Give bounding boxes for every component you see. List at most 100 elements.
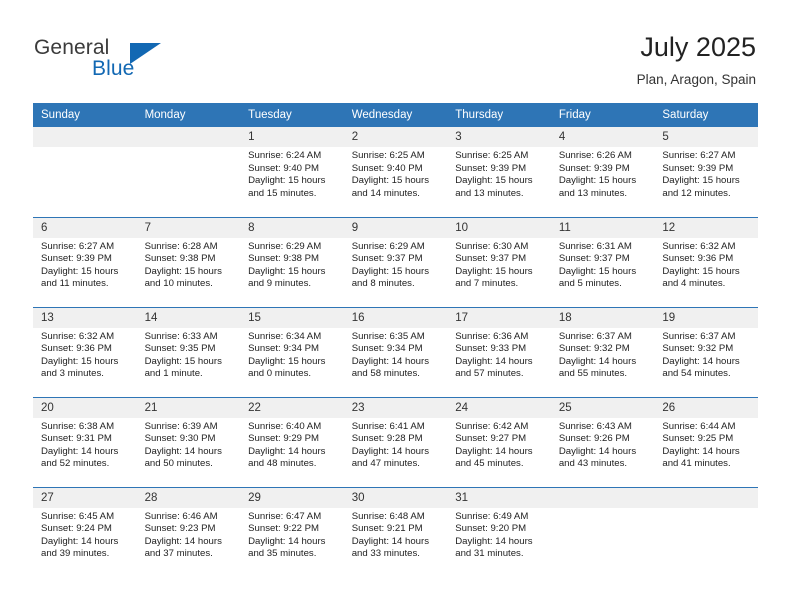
sunset-text: Sunset: 9:20 PM (455, 523, 527, 535)
sunrise-text: Sunrise: 6:31 AM (558, 240, 632, 252)
day-number (550, 487, 655, 508)
daylight-text-line2: and 5 minutes. (558, 278, 622, 290)
calendar-day-cell[interactable]: 1 Sunrise: 6:24 AM Sunset: 9:40 PM Daylight… (240, 127, 344, 217)
day-sun-info: Sunrise: 6:48 AM Sunset: 9:21 PM Daylight:… (344, 508, 448, 561)
day-number: 30 (343, 487, 448, 508)
daylight-text-line2: and 37 minutes. (144, 548, 213, 560)
calendar-empty-cell (136, 127, 241, 217)
day-sun-info: Sunrise: 6:29 AM Sunset: 9:38 PM Daylight:… (240, 238, 344, 291)
day-sun-info: Sunrise: 6:42 AM Sunset: 9:27 PM Daylight:… (447, 418, 551, 471)
calendar-day-cell[interactable]: 13 Sunrise: 6:32 AM Sunset: 9:36 PM Dayligh… (33, 306, 137, 397)
sunset-text: Sunset: 9:32 PM (558, 343, 630, 355)
day-number: 22 (240, 397, 344, 418)
daylight-text-line2: and 57 minutes. (455, 368, 524, 380)
calendar-day-cell[interactable]: 7 Sunrise: 6:28 AM Sunset: 9:38 PM Daylight… (136, 216, 241, 307)
day-number: 15 (240, 307, 344, 328)
calendar-day-cell[interactable]: 4 Sunrise: 6:26 AM Sunset: 9:39 PM Daylight… (550, 127, 655, 217)
calendar-day-cell[interactable]: 27 Sunrise: 6:45 AM Sunset: 9:24 PM Dayligh… (33, 486, 137, 577)
calendar-week-row: 20 Sunrise: 6:38 AM Sunset: 9:31 PM Dayligh… (33, 396, 758, 487)
daylight-text-line1: Daylight: 15 hours (41, 265, 119, 277)
day-number (654, 487, 758, 508)
sunrise-text: Sunrise: 6:41 AM (351, 420, 425, 432)
calendar-day-cell[interactable]: 25 Sunrise: 6:43 AM Sunset: 9:26 PM Dayligh… (550, 396, 655, 487)
calendar-day-cell[interactable]: 30 Sunrise: 6:48 AM Sunset: 9:21 PM Dayligh… (343, 486, 448, 577)
daylight-text-line1: Daylight: 15 hours (351, 265, 430, 277)
daylight-text-line1: Daylight: 14 hours (248, 535, 326, 547)
day-number: 24 (447, 397, 551, 418)
calendar-day-cell[interactable]: 21 Sunrise: 6:39 AM Sunset: 9:30 PM Dayligh… (136, 396, 241, 487)
daylight-text-line1: Daylight: 14 hours (455, 355, 533, 367)
calendar-day-cell[interactable]: 28 Sunrise: 6:46 AM Sunset: 9:23 PM Dayligh… (136, 486, 241, 577)
sunset-text: Sunset: 9:33 PM (455, 343, 527, 355)
day-sun-info: Sunrise: 6:44 AM Sunset: 9:25 PM Daylight:… (654, 418, 758, 471)
daylight-text-line2: and 4 minutes. (662, 278, 726, 290)
daylight-text-line1: Daylight: 15 hours (662, 175, 740, 187)
sunset-text: Sunset: 9:39 PM (455, 162, 527, 174)
general-blue-logo[interactable]: General Blue (34, 36, 194, 90)
daylight-text-line2: and 31 minutes. (455, 548, 524, 560)
sunset-text: Sunset: 9:37 PM (455, 253, 527, 265)
calendar-week-row: 13 Sunrise: 6:32 AM Sunset: 9:36 PM Dayligh… (33, 306, 758, 397)
calendar-day-cell[interactable]: 20 Sunrise: 6:38 AM Sunset: 9:31 PM Dayligh… (33, 396, 137, 487)
sunrise-text: Sunrise: 6:38 AM (41, 420, 115, 432)
calendar-day-cell[interactable]: 8 Sunrise: 6:29 AM Sunset: 9:38 PM Daylight… (240, 216, 344, 307)
calendar-day-cell[interactable]: 15 Sunrise: 6:34 AM Sunset: 9:34 PM Dayligh… (240, 306, 344, 397)
calendar-day-cell[interactable]: 11 Sunrise: 6:31 AM Sunset: 9:37 PM Dayligh… (550, 216, 655, 307)
sunrise-text: Sunrise: 6:47 AM (248, 510, 322, 522)
calendar-day-cell[interactable]: 23 Sunrise: 6:41 AM Sunset: 9:28 PM Dayligh… (343, 396, 448, 487)
daylight-text-line2: and 52 minutes. (41, 458, 110, 470)
calendar-grid: Sunday Monday Tuesday Wednesday Thursday… (33, 103, 758, 577)
weekday-header-sunday: Sunday (33, 103, 137, 127)
day-number: 28 (136, 487, 241, 508)
day-number: 6 (33, 217, 137, 238)
daylight-text-line1: Daylight: 14 hours (144, 445, 222, 457)
calendar-day-cell[interactable]: 31 Sunrise: 6:49 AM Sunset: 9:20 PM Dayligh… (447, 486, 551, 577)
calendar-day-cell[interactable]: 6 Sunrise: 6:27 AM Sunset: 9:39 PM Daylight… (33, 216, 137, 307)
daylight-text-line2: and 10 minutes. (144, 278, 213, 290)
daylight-text-line2: and 14 minutes. (351, 187, 420, 199)
calendar-day-cell[interactable]: 18 Sunrise: 6:37 AM Sunset: 9:32 PM Dayligh… (550, 306, 655, 397)
day-sun-info: Sunrise: 6:43 AM Sunset: 9:26 PM Daylight:… (551, 418, 655, 471)
day-sun-info: Sunrise: 6:27 AM Sunset: 9:39 PM Daylight:… (33, 238, 137, 291)
sunrise-text: Sunrise: 6:43 AM (558, 420, 632, 432)
calendar-day-cell[interactable]: 2 Sunrise: 6:25 AM Sunset: 9:40 PM Daylight… (343, 127, 448, 217)
sunrise-text: Sunrise: 6:33 AM (144, 330, 218, 342)
daylight-text-line1: Daylight: 15 hours (248, 175, 326, 187)
calendar-day-cell[interactable]: 17 Sunrise: 6:36 AM Sunset: 9:33 PM Dayligh… (447, 306, 551, 397)
sunrise-text: Sunrise: 6:37 AM (662, 330, 736, 342)
day-number: 29 (240, 487, 344, 508)
calendar-day-cell[interactable]: 12 Sunrise: 6:32 AM Sunset: 9:36 PM Dayligh… (654, 216, 758, 307)
calendar-day-cell[interactable]: 5 Sunrise: 6:27 AM Sunset: 9:39 PM Daylight… (654, 127, 758, 217)
sunset-text: Sunset: 9:38 PM (144, 253, 216, 265)
sunrise-text: Sunrise: 6:48 AM (351, 510, 425, 522)
day-number: 1 (240, 127, 344, 147)
daylight-text-line2: and 35 minutes. (248, 548, 317, 560)
sunset-text: Sunset: 9:28 PM (351, 433, 423, 445)
daylight-text-line1: Daylight: 14 hours (558, 355, 637, 367)
calendar-day-cell[interactable]: 22 Sunrise: 6:40 AM Sunset: 9:29 PM Dayligh… (240, 396, 344, 487)
calendar-empty-cell (33, 127, 137, 217)
calendar-day-cell[interactable]: 24 Sunrise: 6:42 AM Sunset: 9:27 PM Dayligh… (447, 396, 551, 487)
daylight-text-line1: Daylight: 15 hours (248, 355, 326, 367)
calendar-day-cell[interactable]: 9 Sunrise: 6:29 AM Sunset: 9:37 PM Daylight… (343, 216, 448, 307)
calendar-day-cell[interactable]: 16 Sunrise: 6:35 AM Sunset: 9:34 PM Dayligh… (343, 306, 448, 397)
sunset-text: Sunset: 9:39 PM (558, 162, 630, 174)
calendar-day-cell[interactable]: 10 Sunrise: 6:30 AM Sunset: 9:37 PM Dayligh… (447, 216, 551, 307)
calendar-day-cell[interactable]: 29 Sunrise: 6:47 AM Sunset: 9:22 PM Dayligh… (240, 486, 344, 577)
sunset-text: Sunset: 9:39 PM (662, 162, 734, 174)
page-title: July 2025 (640, 32, 756, 62)
daylight-text-line1: Daylight: 14 hours (351, 535, 430, 547)
sunrise-text: Sunrise: 6:36 AM (455, 330, 529, 342)
calendar-day-cell[interactable]: 26 Sunrise: 6:44 AM Sunset: 9:25 PM Dayligh… (654, 396, 758, 487)
calendar-day-cell[interactable]: 19 Sunrise: 6:37 AM Sunset: 9:32 PM Dayligh… (654, 306, 758, 397)
daylight-text-line1: Daylight: 15 hours (558, 175, 637, 187)
day-sun-info: Sunrise: 6:25 AM Sunset: 9:40 PM Daylight:… (344, 147, 448, 200)
sunset-text: Sunset: 9:31 PM (41, 433, 112, 445)
weekday-header-monday: Monday (136, 103, 241, 127)
sunset-text: Sunset: 9:34 PM (248, 343, 320, 355)
calendar-day-cell[interactable]: 14 Sunrise: 6:33 AM Sunset: 9:35 PM Dayligh… (136, 306, 241, 397)
sunset-text: Sunset: 9:24 PM (41, 523, 112, 535)
daylight-text-line1: Daylight: 14 hours (351, 355, 430, 367)
calendar-day-cell[interactable]: 3 Sunrise: 6:25 AM Sunset: 9:39 PM Daylight… (447, 127, 551, 217)
day-sun-info: Sunrise: 6:45 AM Sunset: 9:24 PM Daylight:… (33, 508, 137, 561)
